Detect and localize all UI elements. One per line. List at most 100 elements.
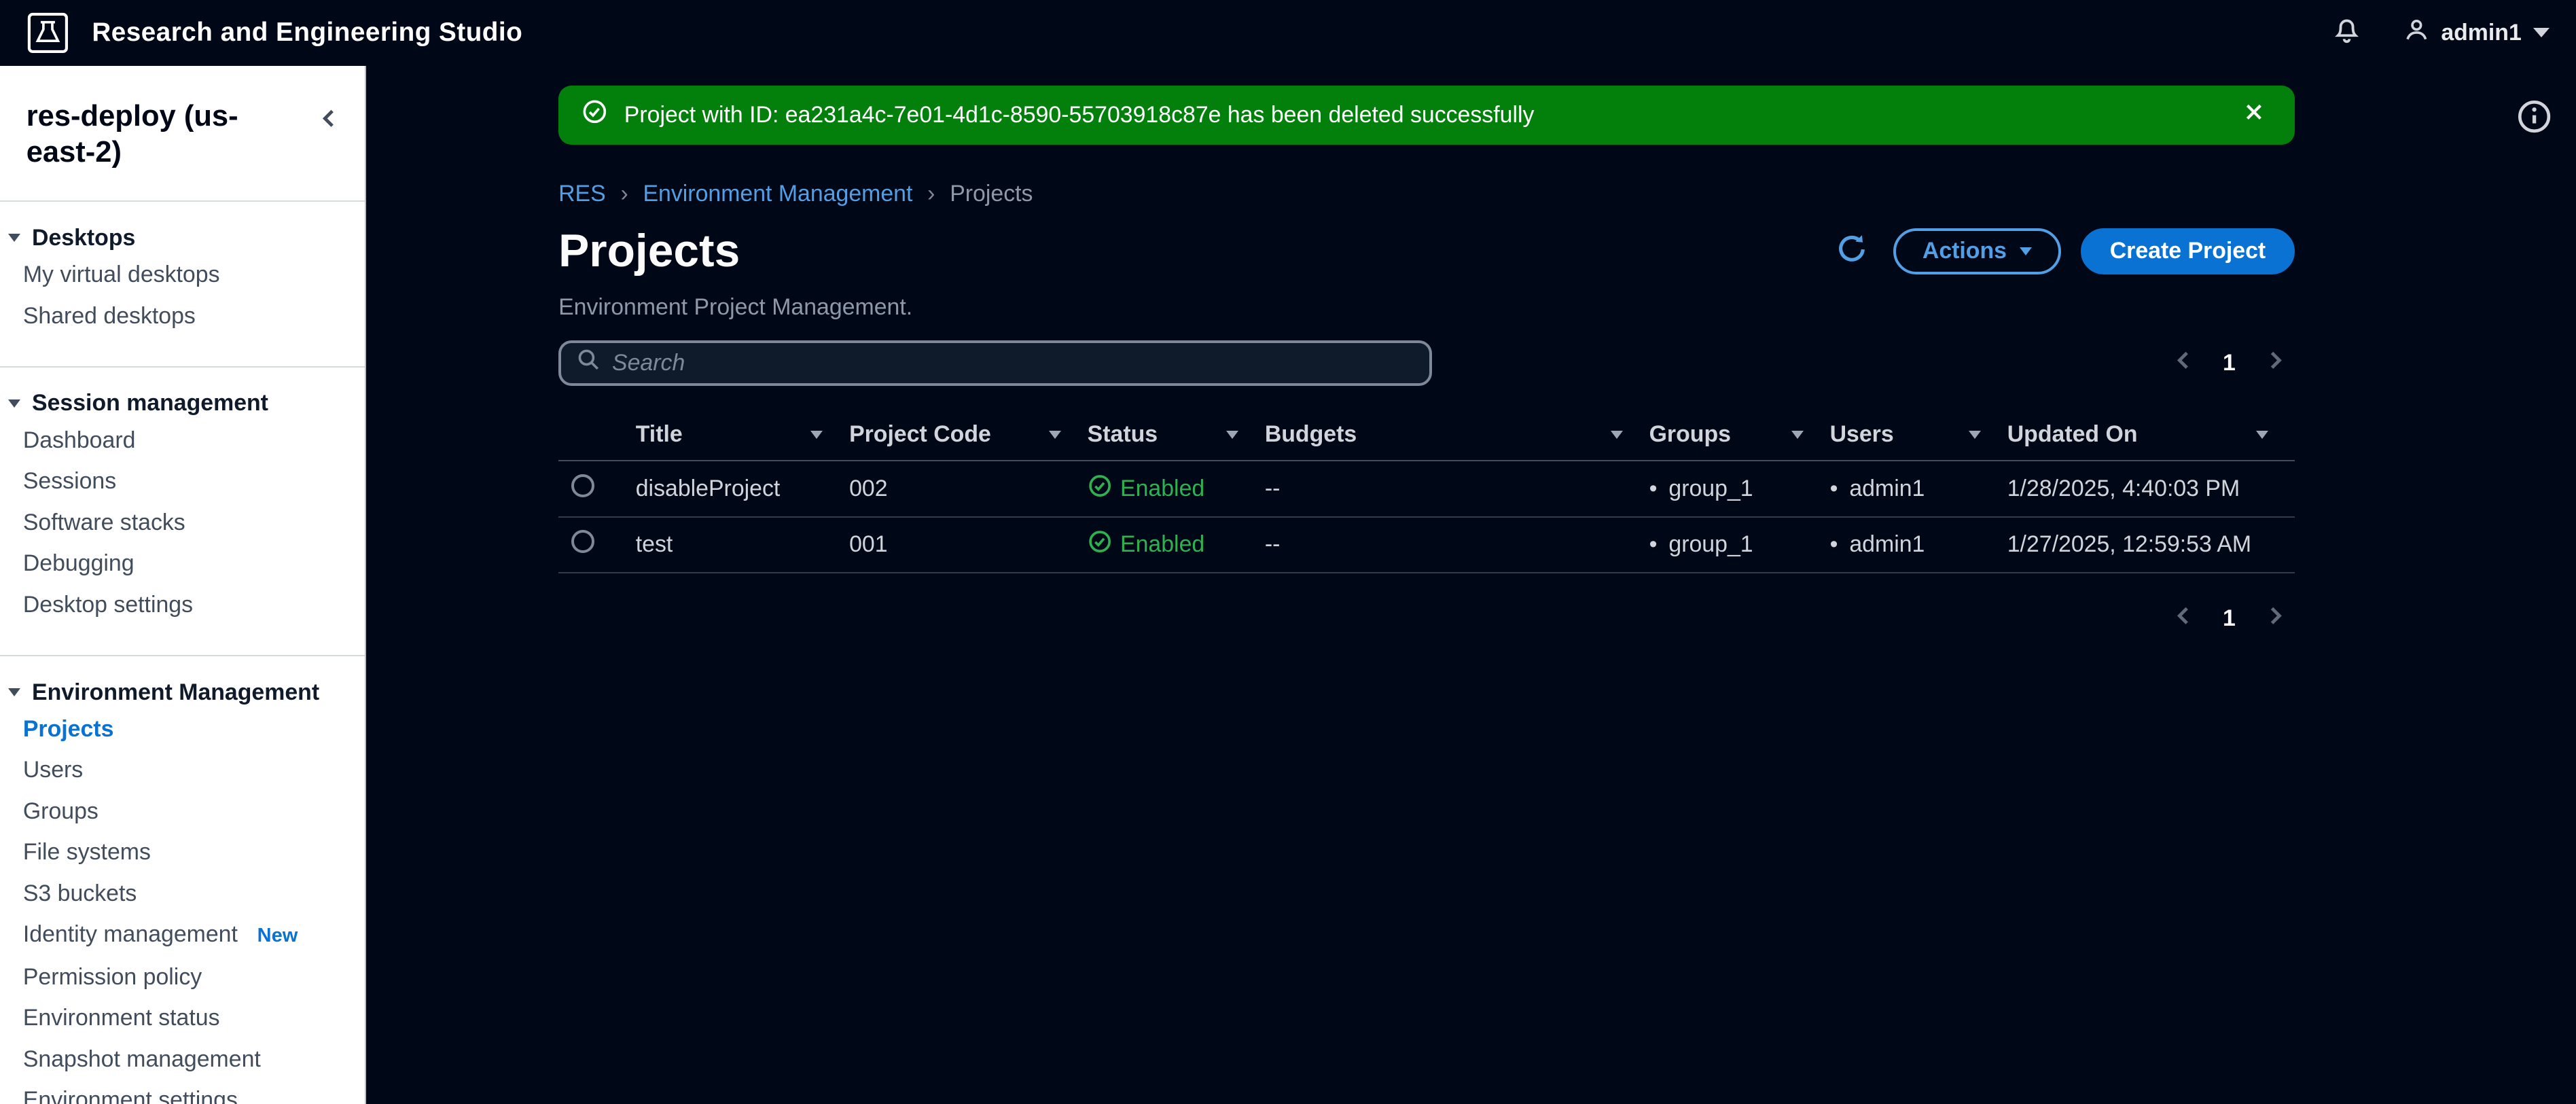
- chevron-down-icon: [2533, 28, 2550, 37]
- column-header-groups[interactable]: Groups: [1649, 421, 1830, 448]
- search-icon: [576, 347, 601, 378]
- column-header-updated-on[interactable]: Updated On: [2007, 421, 2295, 448]
- next-page-button[interactable]: [2255, 596, 2295, 641]
- create-project-button[interactable]: Create Project: [2081, 228, 2295, 274]
- refresh-icon: [1836, 233, 1867, 270]
- collapse-nav-button[interactable]: [309, 99, 348, 143]
- cell-users: admin1: [1830, 476, 2007, 502]
- status-success-icon: [1088, 529, 1112, 560]
- sidebar-section-desktops[interactable]: Desktops: [0, 221, 365, 254]
- search-field: [558, 340, 1433, 387]
- sidebar-item-identity-management[interactable]: Identity management New: [0, 914, 365, 957]
- breadcrumb: RES › Environment Management › Projects: [558, 177, 2295, 210]
- filter-caret-icon: [2256, 430, 2269, 439]
- user-icon: [2403, 17, 2430, 50]
- notifications-button[interactable]: [2326, 10, 2367, 56]
- column-header-project-code[interactable]: Project Code: [849, 421, 1088, 448]
- cell-updated-on: 1/28/2025, 4:40:03 PM: [2007, 476, 2240, 502]
- column-header-status[interactable]: Status: [1088, 421, 1265, 448]
- app-logo-icon: [26, 12, 69, 54]
- sidebar-item-my-virtual-desktops[interactable]: My virtual desktops: [0, 254, 365, 295]
- sidebar-item-permission-policy[interactable]: Permission policy: [0, 957, 365, 997]
- flash-banner: Project with ID: ea231a4c-7e01-4d1c-8590…: [558, 85, 2295, 145]
- column-label: Budgets: [1264, 421, 1357, 448]
- column-label: Status: [1087, 421, 1158, 448]
- sidebar-item-groups[interactable]: Groups: [0, 791, 365, 832]
- sidebar-section-environment-management[interactable]: Environment Management: [0, 676, 365, 709]
- prev-page-button[interactable]: [2164, 596, 2203, 641]
- sidebar-item-software-stacks[interactable]: Software stacks: [0, 502, 365, 543]
- cell-status: Enabled: [1088, 529, 1265, 560]
- sidebar-item-sessions[interactable]: Sessions: [0, 461, 365, 502]
- cell-title: test: [635, 531, 673, 558]
- actions-button[interactable]: Actions: [1893, 228, 2062, 274]
- side-nav-header-link[interactable]: res-deploy (us-east-2): [26, 99, 276, 171]
- main-area: Project with ID: ea231a4c-7e01-4d1c-8590…: [366, 65, 2576, 1104]
- filter-caret-icon: [1791, 430, 1804, 439]
- sidebar-item-file-systems[interactable]: File systems: [0, 832, 365, 873]
- caret-down-icon: [8, 399, 21, 408]
- close-icon: [2242, 101, 2266, 129]
- user-name: admin1: [2441, 19, 2522, 46]
- prev-page-button[interactable]: [2164, 340, 2203, 385]
- search-input[interactable]: [612, 349, 1415, 376]
- sidebar-item-debugging[interactable]: Debugging: [0, 544, 365, 584]
- column-label: Title: [635, 421, 683, 448]
- side-nav: res-deploy (us-east-2) Desktops My virtu…: [0, 65, 367, 1104]
- top-bar: Research and Engineering Studio admin1: [0, 0, 2576, 66]
- sidebar-item-shared-desktops[interactable]: Shared desktops: [0, 296, 365, 336]
- cell-budgets: --: [1264, 531, 1281, 558]
- info-panel-button[interactable]: [2510, 92, 2560, 147]
- actions-button-label: Actions: [1922, 238, 2007, 264]
- page-number-button[interactable]: 1: [2223, 350, 2236, 376]
- info-icon: [2516, 99, 2552, 140]
- cell-select: [558, 530, 636, 559]
- breadcrumb-link-res[interactable]: RES: [558, 177, 606, 210]
- divider: [0, 654, 365, 656]
- table-row[interactable]: test 001 Enabled -- gr: [558, 518, 2295, 573]
- filter-caret-icon: [1969, 430, 1982, 439]
- app-root: Research and Engineering Studio admin1 r…: [0, 0, 2576, 1104]
- sidebar-item-dashboard[interactable]: Dashboard: [0, 420, 365, 461]
- row-select-radio[interactable]: [571, 474, 595, 497]
- divider: [0, 366, 365, 368]
- section-label: Desktops: [32, 224, 136, 251]
- chevron-right-icon: [2262, 603, 2289, 635]
- cell-updated-on: 1/27/2025, 12:59:53 AM: [2007, 531, 2252, 558]
- status-success-icon: [1088, 474, 1112, 504]
- caret-down-icon: [8, 688, 21, 697]
- flash-message: Project with ID: ea231a4c-7e01-4d1c-8590…: [624, 101, 1535, 128]
- sidebar-item-s3-buckets[interactable]: S3 buckets: [0, 873, 365, 914]
- sidebar-item-environment-status[interactable]: Environment status: [0, 998, 365, 1039]
- sidebar-item-desktop-settings[interactable]: Desktop settings: [0, 584, 365, 625]
- next-page-button[interactable]: [2255, 340, 2295, 385]
- flash-dismiss-button[interactable]: [2236, 94, 2272, 136]
- sidebar-item-snapshot-management[interactable]: Snapshot management: [0, 1039, 365, 1080]
- column-header-budgets[interactable]: Budgets: [1265, 421, 1649, 448]
- sidebar-section-session-management[interactable]: Session management: [0, 387, 365, 420]
- column-header-title[interactable]: Title: [636, 421, 849, 448]
- row-select-radio[interactable]: [571, 530, 595, 554]
- column-label: Updated On: [2007, 421, 2138, 448]
- sidebar-item-environment-settings[interactable]: Environment settings: [0, 1080, 365, 1104]
- status-text: Enabled: [1120, 531, 1205, 558]
- breadcrumb-link-environment-management[interactable]: Environment Management: [643, 177, 912, 210]
- pagination-bottom: 1: [2164, 596, 2295, 641]
- column-label: Users: [1829, 421, 1894, 448]
- breadcrumb-current: Projects: [950, 181, 1033, 207]
- chevron-left-icon: [2170, 603, 2197, 635]
- page-number-button[interactable]: 1: [2223, 605, 2236, 632]
- user-menu[interactable]: admin1: [2403, 17, 2550, 50]
- sidebar-item-projects[interactable]: Projects: [0, 709, 365, 749]
- sidebar-item-users[interactable]: Users: [0, 750, 365, 791]
- app-title: Research and Engineering Studio: [92, 18, 523, 48]
- table-row[interactable]: disableProject 002 Enabled -- • group_1 …: [558, 461, 2295, 518]
- chevron-left-icon: [316, 105, 342, 137]
- filter-caret-icon: [1610, 430, 1623, 439]
- pagination-top: 1: [2164, 340, 2295, 385]
- divider: [0, 200, 365, 202]
- page-subtitle: Environment Project Management.: [558, 293, 913, 320]
- column-header-users[interactable]: Users: [1830, 421, 2007, 448]
- cell-groups: group_1: [1649, 531, 1830, 558]
- refresh-button[interactable]: [1829, 226, 1874, 276]
